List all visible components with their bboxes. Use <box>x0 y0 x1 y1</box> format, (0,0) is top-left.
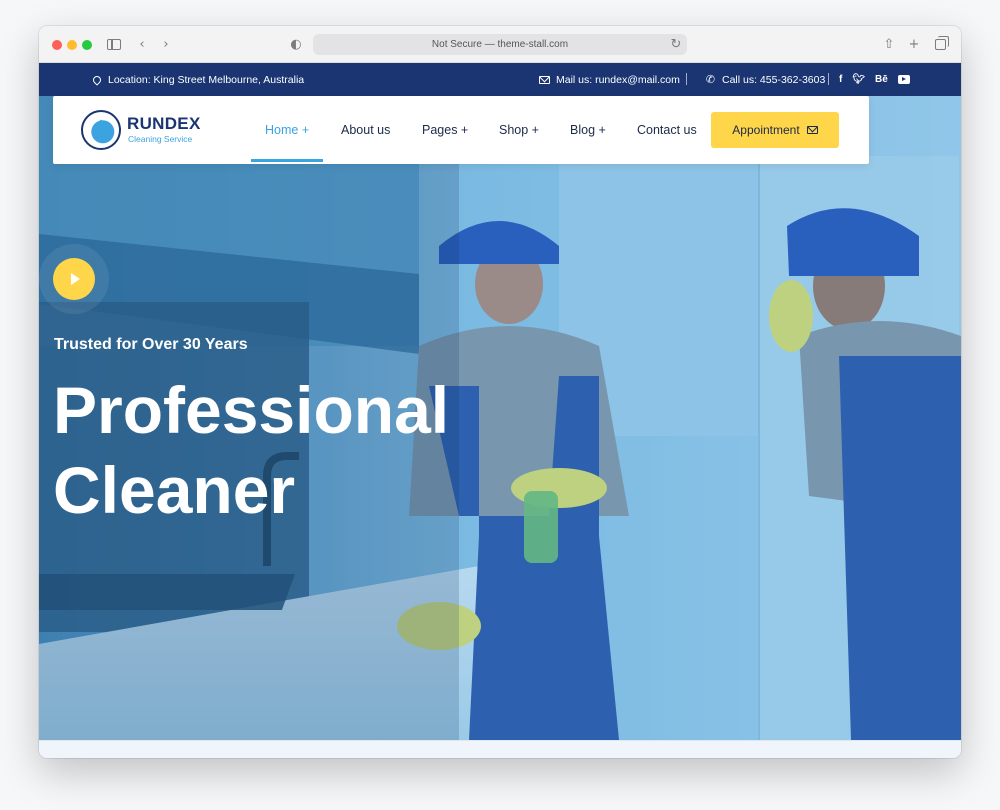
hero-headline-line1: Professional <box>53 373 450 447</box>
tabs-overview-icon[interactable] <box>932 35 949 52</box>
social-links: f 🐦︎ Bē <box>839 63 910 96</box>
nav-item-contact[interactable]: Contact us <box>637 96 697 164</box>
play-icon <box>71 273 80 285</box>
hero-headline: Professional Cleaner <box>53 370 449 530</box>
nav-item-blog[interactable]: Blog + <box>570 96 606 164</box>
location-text: Location: King Street Melbourne, Austral… <box>108 73 305 86</box>
envelope-icon <box>806 126 818 134</box>
hero-bottom-strip <box>39 740 961 758</box>
mail-text[interactable]: Mail us: rundex@mail.com <box>556 74 680 86</box>
mail-info[interactable]: Mail us: rundex@mail.com <box>539 63 680 96</box>
location-info: Location: King Street Melbourne, Austral… <box>90 63 305 96</box>
browser-toolbar: ‹ › ◐ Not Secure — theme-stall.com ↻ ⇧ + <box>39 26 961 63</box>
play-video-button[interactable] <box>53 258 95 300</box>
call-info[interactable]: ✆ Call us: 455-362-3603 <box>705 63 825 96</box>
active-nav-indicator <box>251 159 323 162</box>
brand-logo-icon[interactable] <box>81 110 121 150</box>
nav-item-about[interactable]: About us <box>341 96 390 164</box>
shield-icon[interactable]: ◐ <box>289 36 303 52</box>
hero-eyebrow: Trusted for Over 30 Years <box>54 336 248 353</box>
nav-item-pages[interactable]: Pages + <box>422 96 468 164</box>
top-info-bar: Location: King Street Melbourne, Austral… <box>39 63 961 96</box>
forward-icon[interactable]: › <box>159 36 173 52</box>
zoom-window-button[interactable] <box>82 40 92 50</box>
facebook-icon[interactable]: f <box>839 74 842 85</box>
location-pin-icon <box>90 73 103 86</box>
divider <box>828 73 829 85</box>
share-icon[interactable]: ⇧ <box>882 36 896 52</box>
page-background: ‹ › ◐ Not Secure — theme-stall.com ↻ ⇧ +… <box>0 0 1000 810</box>
minimize-window-button[interactable] <box>67 40 77 50</box>
brand-name[interactable]: RUNDEX <box>127 114 201 134</box>
nav-item-home[interactable]: Home + <box>265 96 309 164</box>
phone-icon: ✆ <box>705 73 716 86</box>
address-bar[interactable]: Not Secure — theme-stall.com <box>313 34 687 55</box>
call-text[interactable]: Call us: 455-362-3603 <box>722 74 825 86</box>
new-tab-icon[interactable]: + <box>907 36 921 52</box>
main-navigation: RUNDEX Cleaning Service Home + About us … <box>53 96 869 164</box>
reload-icon[interactable]: ↻ <box>669 36 683 52</box>
back-icon[interactable]: ‹ <box>135 36 149 52</box>
nav-item-shop[interactable]: Shop + <box>499 96 539 164</box>
brand-tagline: Cleaning Service <box>128 134 193 144</box>
sidebar-icon[interactable] <box>106 36 122 52</box>
hero-headline-line2: Cleaner <box>53 453 296 527</box>
behance-icon[interactable]: Bē <box>875 74 888 85</box>
youtube-icon[interactable] <box>897 75 910 84</box>
envelope-icon <box>539 74 550 85</box>
divider <box>686 73 687 85</box>
close-window-button[interactable] <box>52 40 62 50</box>
appointment-label: Appointment <box>732 123 800 137</box>
twitter-icon[interactable]: 🐦︎ <box>852 74 865 85</box>
appointment-button[interactable]: Appointment <box>711 112 839 148</box>
